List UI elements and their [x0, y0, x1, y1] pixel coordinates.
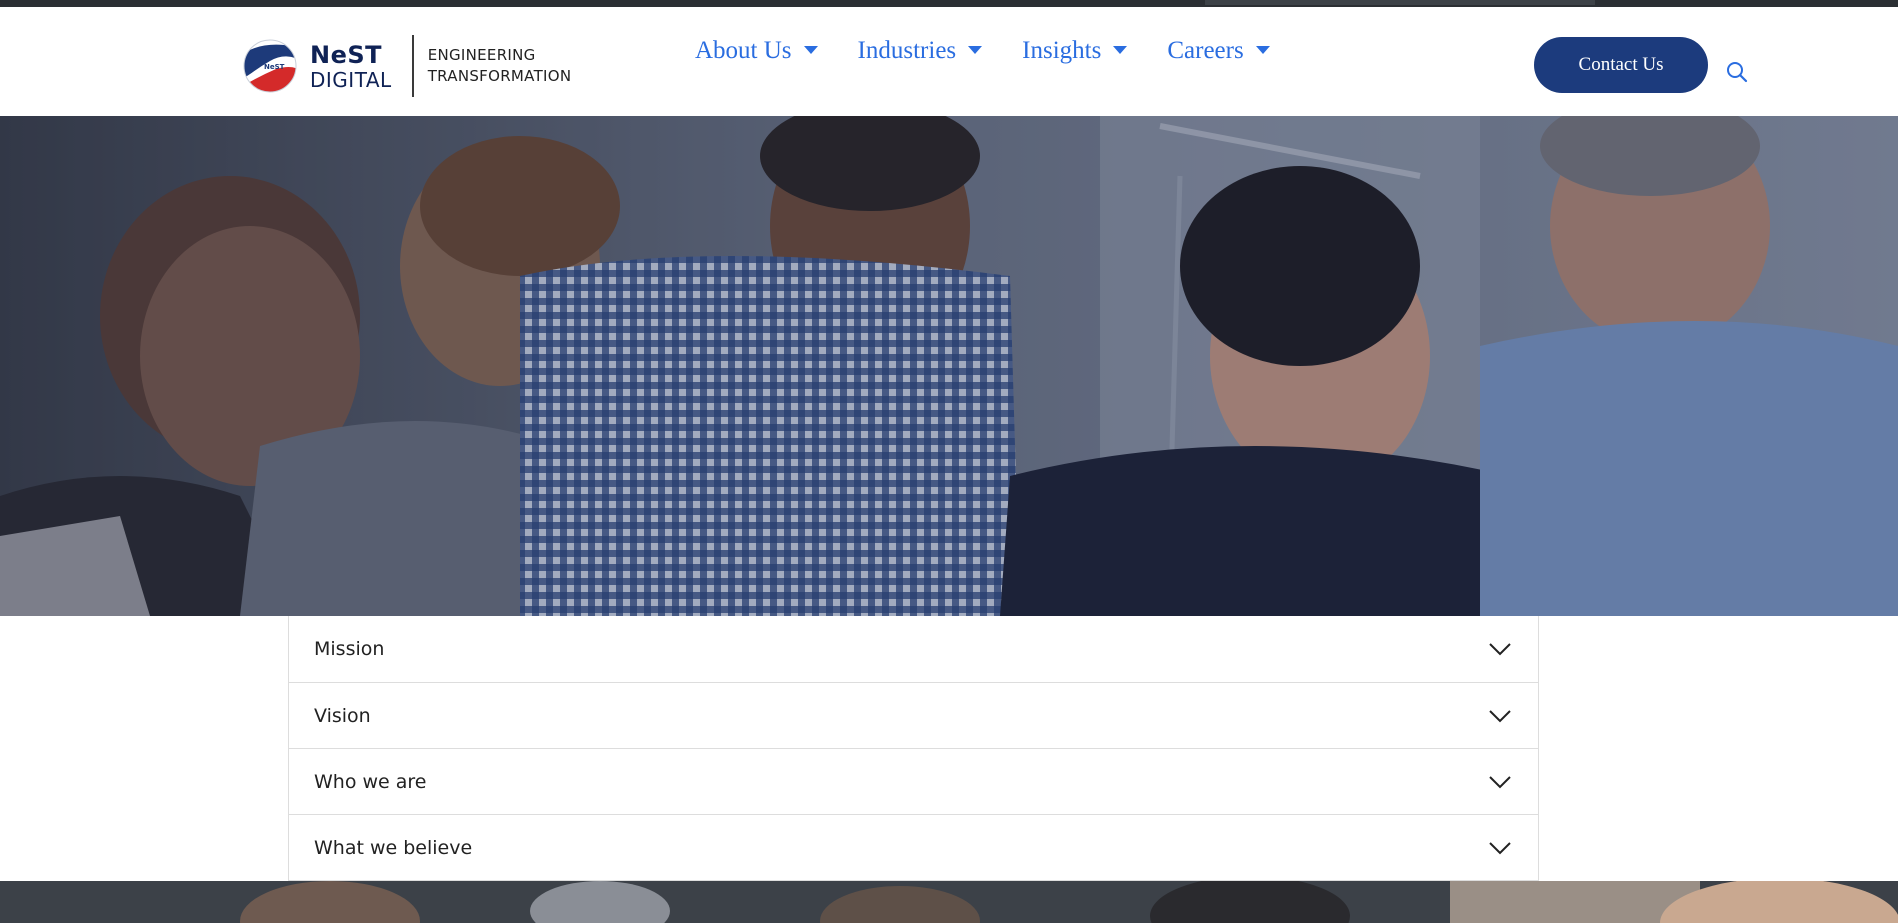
chevron-down-icon	[1489, 709, 1511, 722]
tagline-line2: TRANSFORMATION	[427, 67, 572, 85]
logo-divider	[411, 35, 414, 97]
nav-label: About Us	[695, 37, 792, 64]
accordion-label: Who we are	[314, 770, 427, 793]
accordion-item-mission[interactable]: Mission	[289, 616, 1538, 682]
accordion-label: Mission	[314, 638, 385, 660]
accordion-label: Vision	[314, 704, 371, 727]
search-icon[interactable]	[1726, 61, 1748, 83]
caret-down-icon	[1113, 46, 1128, 54]
tagline-line1: ENGINEERING	[427, 46, 536, 64]
contact-us-button[interactable]: Contact Us	[1534, 37, 1708, 93]
nav-label: Insights	[1022, 37, 1102, 64]
accordion-item-vision[interactable]: Vision	[289, 682, 1538, 748]
logo-name: NeST DIGITAL	[310, 43, 392, 90]
caret-down-icon	[1255, 46, 1270, 54]
nav-about-us[interactable]: About Us	[695, 37, 818, 65]
top-strip-highlight	[1205, 0, 1595, 5]
chevron-down-icon	[1489, 643, 1511, 656]
chevron-down-icon	[1489, 775, 1511, 788]
nav-insights[interactable]: Insights	[1022, 37, 1128, 65]
caret-down-icon	[968, 46, 983, 54]
caret-down-icon	[803, 46, 818, 54]
nav-careers[interactable]: Careers	[1167, 37, 1270, 65]
logo-name-line2: DIGITAL	[310, 67, 392, 92]
logo-mark-icon: NeST	[240, 39, 300, 93]
logo-name-line1: NeST	[310, 40, 383, 69]
accordion-item-who-we-are[interactable]: Who we are	[289, 748, 1538, 814]
chevron-down-icon	[1489, 841, 1511, 854]
main-nav: About Us Industries Insights Careers	[695, 37, 1310, 65]
about-accordion: Mission Vision Who we are What we believ…	[288, 616, 1539, 881]
accordion-label: What we believe	[314, 836, 473, 859]
next-section-image	[0, 881, 1898, 923]
nav-label: Careers	[1167, 37, 1244, 64]
nav-industries[interactable]: Industries	[858, 37, 983, 65]
site-header: NeST NeST DIGITAL ENGINEERING TRANSFORMA…	[0, 7, 1898, 116]
browser-top-strip	[0, 0, 1898, 7]
logo-tagline: ENGINEERING TRANSFORMATION	[428, 45, 572, 87]
brand-logo[interactable]: NeST NeST DIGITAL ENGINEERING TRANSFORMA…	[240, 31, 571, 101]
nav-label: Industries	[857, 37, 957, 64]
logo-mark-text: NeST	[264, 63, 285, 71]
accordion-item-what-we-believe[interactable]: What we believe	[289, 814, 1538, 880]
hero-image	[0, 116, 1898, 616]
